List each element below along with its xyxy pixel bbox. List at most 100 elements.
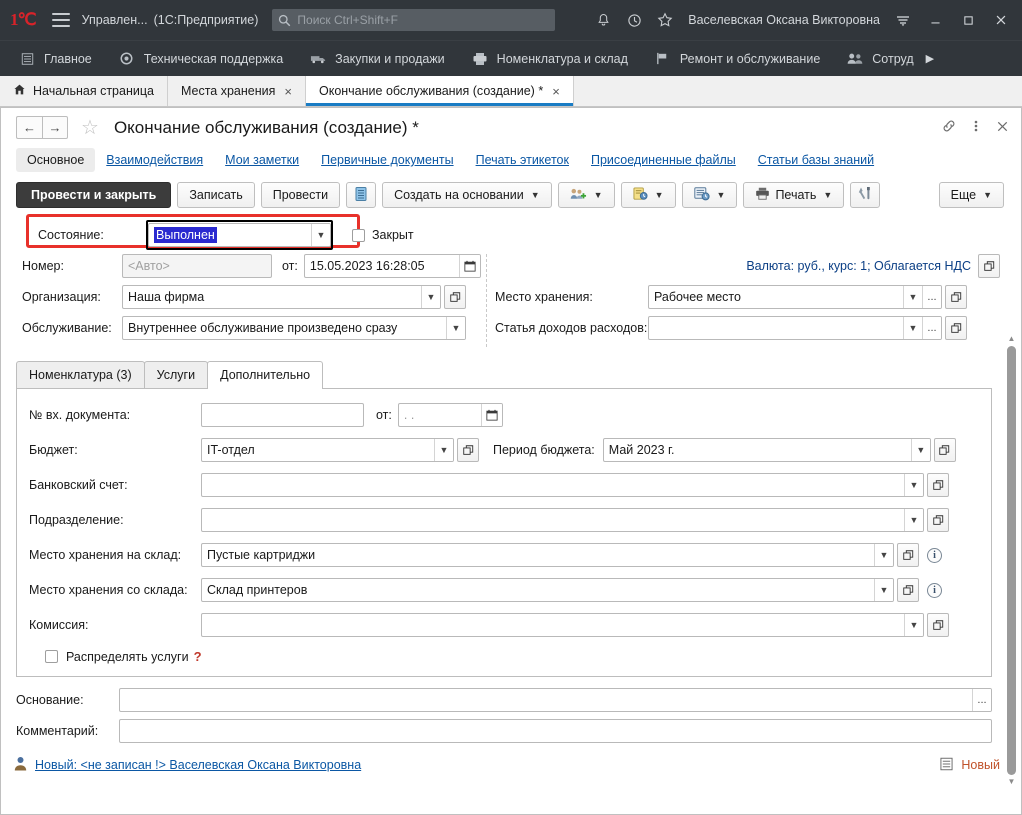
nav-link-interactions[interactable]: Взаимодействия xyxy=(95,148,214,172)
storage-from-dropdown-button[interactable]: ▼ xyxy=(874,579,893,601)
service-input[interactable]: Внутреннее обслуживание произведено сраз… xyxy=(122,316,466,340)
sidebar-item-purchases-sales[interactable]: Закупки и продажи xyxy=(296,41,458,77)
budget-open-button[interactable] xyxy=(457,438,479,462)
currency-info-link[interactable]: Валюта: руб., курс: 1; Облагается НДС xyxy=(746,259,975,273)
state-dropdown-button[interactable]: ▼ xyxy=(311,224,330,246)
forward-button[interactable]: → xyxy=(42,116,68,139)
storage-place-open-button[interactable] xyxy=(945,285,967,309)
history-icon[interactable] xyxy=(620,6,648,34)
add-contact-button[interactable]: ▼ xyxy=(558,182,615,208)
more-commands-button[interactable]: Еще ▼ xyxy=(939,182,1004,208)
sidebar-item-repair-service[interactable]: Ремонт и обслуживание xyxy=(641,41,833,77)
nav-link-primary-documents[interactable]: Первичные документы xyxy=(310,148,464,172)
calendar-icon[interactable] xyxy=(481,404,502,426)
budget-period-open-button[interactable] xyxy=(934,438,956,462)
commission-open-button[interactable] xyxy=(927,613,949,637)
tab-storage-places[interactable]: Места хранения × xyxy=(168,76,306,106)
budget-period-input[interactable]: Май 2023 г. ▼ xyxy=(603,438,931,462)
division-input[interactable]: ▼ xyxy=(201,508,924,532)
income-expense-select-button[interactable]: ... xyxy=(922,317,941,339)
nav-link-my-notes[interactable]: Мои заметки xyxy=(214,148,310,172)
write-button[interactable]: Записать xyxy=(177,182,254,208)
nav-link-main[interactable]: Основное xyxy=(16,148,95,172)
nav-link-knowledge-base[interactable]: Статьи базы знаний xyxy=(747,148,885,172)
incoming-date-input[interactable]: . . xyxy=(398,403,503,427)
tools-button[interactable] xyxy=(850,182,880,208)
storage-to-dropdown-button[interactable]: ▼ xyxy=(874,544,893,566)
storage-from-info-icon[interactable]: i xyxy=(927,583,942,598)
add-to-favorites-icon[interactable]: ☆ xyxy=(76,115,104,140)
tab-service-completion[interactable]: Окончание обслуживания (создание) * × xyxy=(306,76,574,106)
storage-from-input[interactable]: Склад принтеров ▼ xyxy=(201,578,894,602)
comment-input[interactable] xyxy=(119,719,992,743)
calendar-icon[interactable] xyxy=(459,255,480,277)
tab-services[interactable]: Услуги xyxy=(144,361,208,388)
main-menu-hamburger-icon[interactable] xyxy=(52,13,70,27)
post-and-close-button[interactable]: Провести и закрыть xyxy=(16,182,171,208)
form-vertical-scrollbar[interactable]: ▲ ▼ xyxy=(1005,334,1018,787)
storage-place-select-button[interactable]: ... xyxy=(922,286,941,308)
create-based-on-button[interactable]: Создать на основании ▼ xyxy=(382,182,552,208)
income-expense-dropdown-button[interactable]: ▼ xyxy=(903,317,922,339)
global-search-input[interactable]: Поиск Ctrl+Shift+F xyxy=(272,9,555,31)
organization-input[interactable]: Наша фирма ▼ xyxy=(122,285,441,309)
service-dropdown-button[interactable]: ▼ xyxy=(446,317,465,339)
scroll-up-arrow-icon[interactable]: ▲ xyxy=(1008,334,1016,344)
bank-account-open-button[interactable] xyxy=(927,473,949,497)
income-expense-open-button[interactable] xyxy=(945,316,967,340)
close-icon[interactable] xyxy=(986,6,1016,34)
note-history-button[interactable]: ▼ xyxy=(621,182,676,208)
scrollbar-thumb[interactable] xyxy=(1007,346,1016,775)
scrollbar-track[interactable] xyxy=(1005,344,1018,777)
organization-open-button[interactable] xyxy=(444,285,466,309)
date-input[interactable]: 15.05.2023 16:28:05 xyxy=(304,254,481,278)
tab-home-page[interactable]: Начальная страница xyxy=(0,76,168,106)
tab-close-icon[interactable]: × xyxy=(282,84,292,99)
sections-more-arrow-icon[interactable]: ▶ xyxy=(922,52,934,65)
income-expense-input[interactable]: ▼ ... xyxy=(648,316,942,340)
budget-input[interactable]: IT-отдел ▼ xyxy=(201,438,454,462)
bank-account-input[interactable]: ▼ xyxy=(201,473,924,497)
maximize-icon[interactable] xyxy=(953,6,983,34)
division-dropdown-button[interactable]: ▼ xyxy=(904,509,923,531)
scroll-down-arrow-icon[interactable]: ▼ xyxy=(1008,777,1016,787)
organization-dropdown-button[interactable]: ▼ xyxy=(421,286,440,308)
currency-open-button[interactable] xyxy=(978,254,1000,278)
tab-close-icon[interactable]: × xyxy=(550,84,560,99)
tab-additional[interactable]: Дополнительно xyxy=(207,361,323,388)
sidebar-item-employees[interactable]: Сотруд ▶ xyxy=(833,41,947,77)
sidebar-item-tech-support[interactable]: Техническая поддержка xyxy=(105,41,296,77)
storage-to-input[interactable]: Пустые картриджи ▼ xyxy=(201,543,894,567)
storage-to-info-icon[interactable]: i xyxy=(927,548,942,563)
notifications-icon[interactable] xyxy=(589,6,617,34)
basis-select-button[interactable]: ... xyxy=(972,689,991,711)
nav-link-attached-files[interactable]: Присоединенные файлы xyxy=(580,148,747,172)
print-button[interactable]: Печать ▼ xyxy=(743,182,844,208)
report-button[interactable] xyxy=(346,182,376,208)
tab-nomenclature[interactable]: Номенклатура (3) xyxy=(16,361,145,388)
bank-account-dropdown-button[interactable]: ▼ xyxy=(904,474,923,496)
help-icon[interactable]: ? xyxy=(189,649,202,664)
state-input[interactable]: Выполнен ▼ xyxy=(148,223,331,247)
division-open-button[interactable] xyxy=(927,508,949,532)
sidebar-item-nomenclature-warehouse[interactable]: Номенклатура и склад xyxy=(458,41,641,77)
budget-period-dropdown-button[interactable]: ▼ xyxy=(911,439,930,461)
options-icon[interactable] xyxy=(889,6,917,34)
commission-dropdown-button[interactable]: ▼ xyxy=(904,614,923,636)
storage-place-input[interactable]: Рабочее место ▼ ... xyxy=(648,285,942,309)
incoming-doc-input[interactable] xyxy=(201,403,364,427)
link-icon[interactable] xyxy=(941,118,957,137)
favorites-star-icon[interactable] xyxy=(651,6,679,34)
storage-from-open-button[interactable] xyxy=(897,578,919,602)
commission-input[interactable]: ▼ xyxy=(201,613,924,637)
more-vertical-icon[interactable] xyxy=(969,118,983,137)
distribute-services-checkbox[interactable] xyxy=(45,650,58,663)
post-button[interactable]: Провести xyxy=(261,182,340,208)
closed-checkbox[interactable] xyxy=(352,229,365,242)
budget-dropdown-button[interactable]: ▼ xyxy=(434,439,453,461)
sidebar-item-glavnoe[interactable]: Главное xyxy=(14,41,105,77)
current-user-label[interactable]: Васелевская Оксана Викторовна xyxy=(682,13,886,27)
storage-place-dropdown-button[interactable]: ▼ xyxy=(903,286,922,308)
back-button[interactable]: ← xyxy=(16,116,42,139)
nav-link-print-labels[interactable]: Печать этикеток xyxy=(465,148,580,172)
